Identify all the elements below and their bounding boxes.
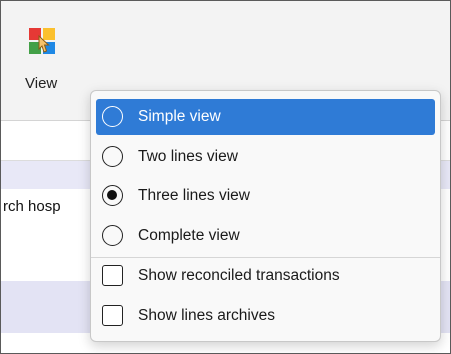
menu-item-simple-view[interactable]: Simple view bbox=[96, 99, 435, 135]
view-button[interactable]: View bbox=[15, 19, 65, 99]
menu-item-label: Show lines archives bbox=[138, 307, 275, 324]
menu-item-label: Complete view bbox=[138, 227, 240, 244]
checkbox[interactable] bbox=[102, 265, 123, 286]
menu-item-label: Three lines view bbox=[138, 187, 250, 204]
menu-item-label: Show reconciled transactions bbox=[138, 267, 340, 284]
radio-button[interactable] bbox=[102, 146, 123, 167]
menu-item-three-lines-view[interactable]: Three lines view bbox=[96, 178, 435, 214]
menu-item-label: Simple view bbox=[138, 108, 221, 125]
radio-button[interactable] bbox=[102, 225, 123, 246]
grid-cell-text: rch hosp bbox=[3, 198, 61, 215]
menu-item-show-reconciled-transactions[interactable]: Show reconciled transactions bbox=[96, 258, 435, 294]
view-options-icon bbox=[29, 28, 55, 54]
radio-button[interactable] bbox=[102, 106, 123, 127]
radio-button-checked[interactable] bbox=[102, 185, 123, 206]
menu-item-show-lines-archives[interactable]: Show lines archives bbox=[96, 298, 435, 334]
app-window: View rch hosp Simple view Two lines view… bbox=[0, 0, 451, 354]
menu-item-two-lines-view[interactable]: Two lines view bbox=[96, 139, 435, 175]
checkbox[interactable] bbox=[102, 305, 123, 326]
menu-item-complete-view[interactable]: Complete view bbox=[96, 218, 435, 254]
radio-dot-icon bbox=[107, 190, 117, 200]
view-button-label: View bbox=[25, 75, 58, 92]
view-dropdown-menu: Simple view Two lines view Three lines v… bbox=[90, 90, 441, 342]
menu-item-label: Two lines view bbox=[138, 148, 238, 165]
